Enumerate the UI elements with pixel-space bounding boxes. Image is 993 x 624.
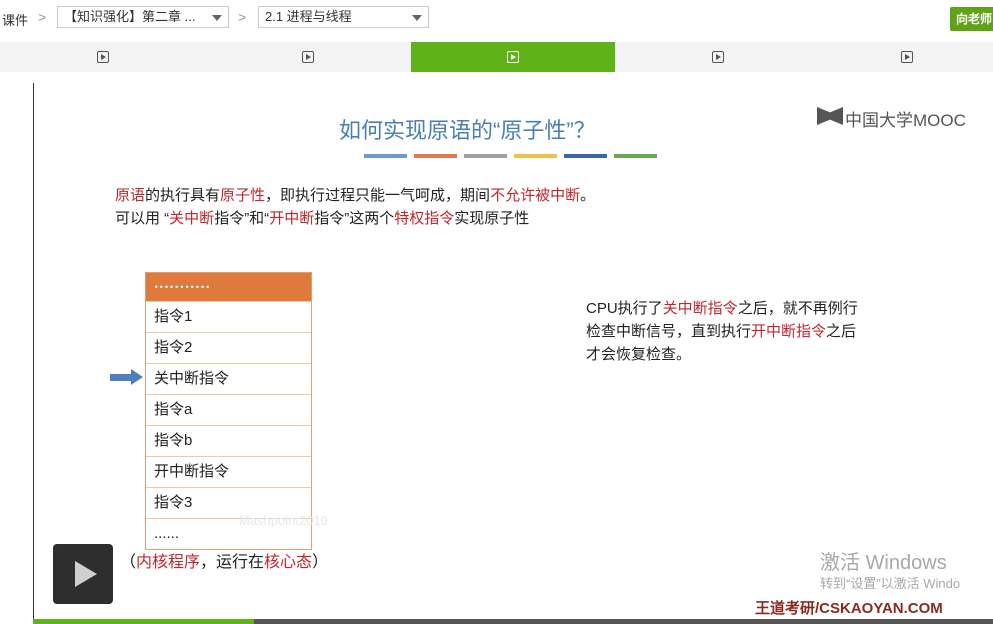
tab-video-5[interactable]: [820, 42, 993, 72]
text-run: （: [120, 554, 137, 571]
chevron-down-icon: [412, 15, 422, 21]
text-run: 原语: [115, 187, 146, 204]
table-row: 指令b: [146, 425, 311, 456]
chapter-select-value: 【知识强化】第二章 ...: [64, 9, 196, 24]
table-row: 指令2: [146, 332, 311, 363]
chevron-down-icon: [212, 15, 222, 21]
note-line: 才会恢复检查。: [586, 343, 858, 366]
breadcrumb-root[interactable]: 课件: [2, 10, 28, 29]
color-bar: [464, 154, 507, 158]
text-run: ）: [312, 554, 329, 571]
note-line: 检查中断信号，直到执行开中断指令之后: [586, 320, 858, 343]
text-run: 原子性: [220, 187, 266, 204]
play-icon: [96, 51, 109, 63]
text-run: 开中断: [269, 210, 315, 227]
table-row: 关中断指令: [146, 363, 311, 394]
text-run: 实现原子性: [454, 210, 530, 227]
play-icon: [507, 51, 519, 63]
breadcrumb-separator-icon: >: [238, 9, 247, 25]
note-line: CPU执行了关中断指令之后，就不再例行: [586, 297, 858, 320]
mooc-brand: 中国大学MOOC: [845, 111, 966, 130]
text-run: 可以用 “: [115, 210, 170, 227]
pointer-arrow-icon: [110, 369, 143, 385]
tab-video-2[interactable]: [205, 42, 410, 72]
tab-video-4[interactable]: [615, 42, 820, 72]
text-run: 特权指令: [394, 210, 455, 227]
section-select-value: 2.1 进程与线程: [265, 9, 352, 24]
table-row: 开中断指令: [146, 456, 311, 487]
tab-video-1[interactable]: [0, 42, 205, 72]
text-run: 指令”和“: [214, 210, 270, 227]
faint-watermark: Mashpoint2019: [239, 513, 328, 528]
text-run: 的执行具有: [145, 187, 221, 204]
text-run: 指令”这两个: [314, 210, 395, 227]
text-run: 才会恢复检查。: [586, 346, 692, 363]
top-bar: 课件 > 【知识强化】第二章 ... > 2.1 进程与线程 向老师: [0, 0, 993, 38]
text-run: 之后，就不再例行: [737, 300, 858, 317]
text-run: 核心态: [264, 554, 313, 571]
table-row: 指令a: [146, 394, 311, 425]
color-bar: [364, 154, 407, 158]
play-icon: [301, 51, 314, 63]
slide-title: 如何实现原语的“原子性”？: [339, 118, 596, 143]
activate-windows-subtitle: 转到“设置”以激活 Windo: [820, 576, 961, 591]
activate-windows-title: 激活 Windows: [820, 552, 947, 574]
text-run: 开中断指令: [751, 323, 827, 340]
text-run: 关中断: [169, 210, 215, 227]
slide-line-2: 可以用 “关中断指令”和“开中断指令”这两个特权指令实现原子性: [115, 207, 529, 228]
text-run: 内核程序: [136, 554, 201, 571]
interrupt-note: CPU执行了关中断指令之后，就不再例行 检查中断信号，直到执行开中断指令之后 才会恢…: [586, 297, 858, 366]
color-bar: [414, 154, 457, 158]
play-icon: [900, 51, 913, 63]
mooc-logo-icon: [817, 107, 843, 125]
text-run: CPU执行了: [586, 300, 663, 317]
title-underline-bars: [364, 154, 664, 172]
instruction-table: ........... 指令1 指令2 关中断指令 指令a 指令b 开中断指令 指令3....…: [145, 272, 312, 550]
tab-video-3[interactable]: [411, 42, 615, 72]
text-run: 关中断指令: [662, 300, 738, 317]
text-run: 之后: [826, 323, 857, 340]
ask-teacher-button[interactable]: 向老师: [950, 7, 993, 31]
text-run: 不允许被中断: [490, 187, 581, 204]
kernel-note: （内核程序，运行在核心态）: [120, 548, 328, 572]
breadcrumb-separator-icon: >: [38, 9, 47, 25]
color-bar: [514, 154, 557, 158]
slide-line-1: 原语的执行具有原子性，即执行过程只能一气呵成，期间不允许被中断。: [115, 184, 595, 205]
table-row: ...........: [146, 273, 311, 301]
text-run: ，即执行过程只能一气呵成，期间: [265, 187, 491, 204]
video-progress-fill: [33, 619, 254, 624]
table-row: 指令1: [146, 301, 311, 332]
section-select[interactable]: 2.1 进程与线程: [258, 6, 429, 28]
footer-brand: 王道考研/CSKAOYAN.COM: [755, 600, 943, 617]
chapter-select[interactable]: 【知识强化】第二章 ...: [57, 6, 229, 28]
text-run: ，运行在: [200, 554, 265, 571]
text-run: 检查中断信号，直到执行: [586, 323, 752, 340]
video-progress-bar[interactable]: [33, 619, 993, 624]
text-run: 。: [580, 187, 596, 204]
video-slide[interactable]: 如何实现原语的“原子性”？ 中国大学MOOC 原语的执行具有原子性，即执行过程只…: [33, 83, 993, 619]
color-bar: [564, 154, 607, 158]
play-button[interactable]: [53, 544, 113, 604]
video-tab-bar: [0, 42, 993, 72]
play-icon: [711, 51, 724, 63]
color-bar: [614, 154, 657, 158]
